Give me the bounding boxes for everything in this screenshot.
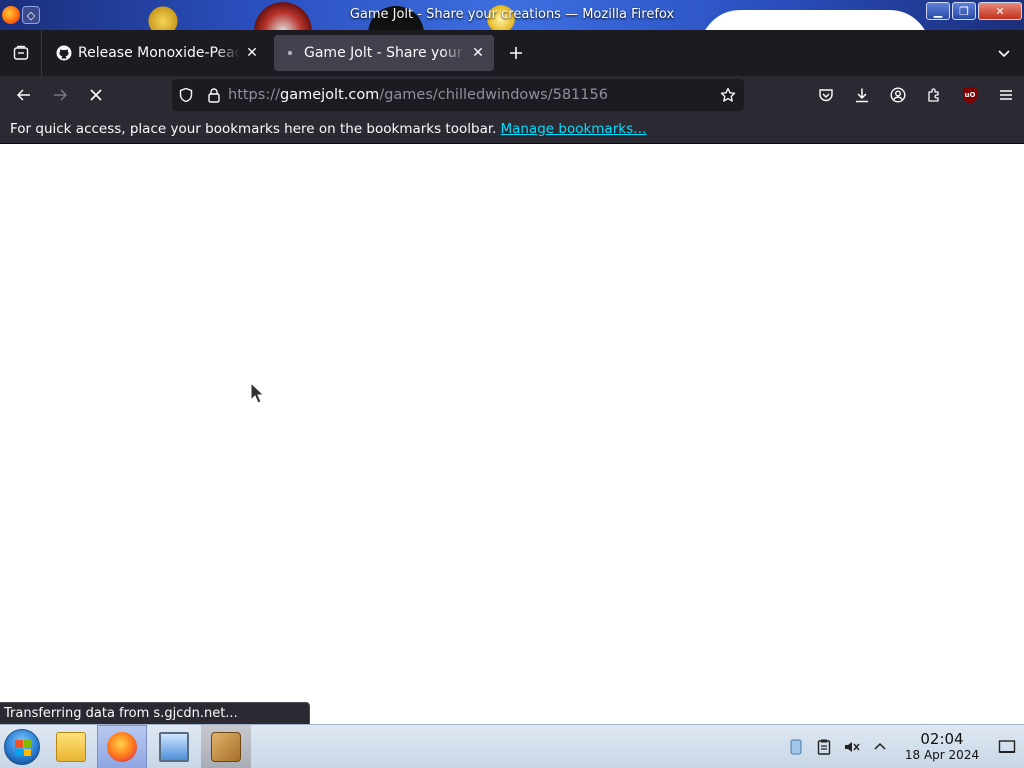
taskbar-firefox[interactable] <box>97 725 147 768</box>
close-tab-icon[interactable]: ✕ <box>244 45 260 61</box>
file-manager-icon <box>56 732 86 762</box>
volume-muted-icon[interactable] <box>838 725 866 768</box>
firefox-icon <box>107 732 137 762</box>
github-icon <box>56 45 72 61</box>
close-window-button[interactable]: ✕ <box>978 2 1022 20</box>
clock[interactable]: 02:04 18 Apr 2024 <box>900 731 984 763</box>
url-bar[interactable]: https://gamejolt.com/games/chilledwindow… <box>172 79 744 111</box>
forward-button[interactable] <box>42 79 78 111</box>
pocket-button[interactable] <box>808 79 844 111</box>
clock-time: 02:04 <box>920 730 964 748</box>
start-button[interactable] <box>4 729 40 765</box>
stop-icon <box>90 89 102 101</box>
tab-github-release[interactable]: Release Monoxide-Peace ✕ <box>48 35 268 71</box>
tab-gamejolt[interactable]: Game Jolt - Share your creations ✕ <box>274 35 494 71</box>
account-button[interactable] <box>880 79 916 111</box>
status-panel: Transferring data from s.gjcdn.net... <box>0 702 310 724</box>
tab-strip: Release Monoxide-Peace ✕ Game Jolt - Sha… <box>0 30 1024 76</box>
arrow-left-icon <box>16 89 30 101</box>
back-button[interactable] <box>6 79 42 111</box>
clipboard-icon[interactable] <box>810 725 838 768</box>
chevron-up-icon <box>874 742 886 750</box>
stop-button[interactable] <box>78 79 114 111</box>
page-content[interactable] <box>0 145 1024 724</box>
package-box-icon <box>211 732 241 762</box>
tab-title: Release Monoxide-Peace <box>78 45 240 61</box>
url-scheme: https:// <box>228 87 280 103</box>
windows-logo-icon <box>15 740 31 756</box>
firefox-view-button[interactable] <box>0 30 42 76</box>
show-desktop-button[interactable] <box>990 725 1024 768</box>
arrow-right-icon <box>54 89 68 101</box>
taskbar-system-monitor[interactable] <box>149 725 199 768</box>
account-icon <box>890 87 906 103</box>
minimize-button[interactable]: ▁ <box>926 2 950 20</box>
ublock-origin-button[interactable]: uO <box>952 79 988 111</box>
downloads-button[interactable] <box>844 79 880 111</box>
taskbar-file-manager[interactable] <box>46 725 96 768</box>
screen: ◇ Game Jolt - Share your creations — Moz… <box>0 0 1024 768</box>
mouse-cursor-icon <box>250 382 264 404</box>
list-all-tabs-button[interactable] <box>984 30 1024 76</box>
bookmark-star-button[interactable] <box>712 79 744 111</box>
url-path: /games/chilledwindows/581156 <box>379 87 608 103</box>
chevron-down-icon <box>998 50 1010 58</box>
puzzle-icon <box>928 88 939 102</box>
system-tray: 02:04 18 Apr 2024 <box>782 725 1024 768</box>
maximize-button[interactable]: ❐ <box>952 2 976 20</box>
taskbar: 02:04 18 Apr 2024 <box>0 724 1024 768</box>
loading-dot-icon <box>282 45 298 61</box>
window-title: Game Jolt - Share your creations — Mozil… <box>349 7 675 22</box>
desktop-icon <box>998 740 1016 753</box>
show-hidden-icons-button[interactable] <box>866 725 894 768</box>
hamburger-menu-icon <box>1000 90 1012 100</box>
firefox-view-icon <box>13 45 28 60</box>
url-text[interactable]: https://gamejolt.com/games/chilledwindow… <box>228 87 712 103</box>
window-titlebar[interactable]: ◇ Game Jolt - Share your creations — Moz… <box>0 0 1024 30</box>
url-host: gamejolt.com <box>279 87 380 103</box>
clock-date: 18 Apr 2024 <box>904 748 980 762</box>
tracking-protection-shield-icon[interactable] <box>172 79 200 111</box>
new-tab-button[interactable] <box>500 37 532 69</box>
tray-update-icon[interactable] <box>782 725 810 768</box>
manage-bookmarks-link[interactable]: Manage bookmarks… <box>500 121 646 137</box>
lock-icon[interactable] <box>200 79 228 111</box>
close-tab-icon[interactable]: ✕ <box>470 45 486 61</box>
system-monitor-icon <box>159 732 189 762</box>
navigation-toolbar: https://gamejolt.com/games/chilledwindow… <box>0 76 1024 114</box>
taskbar-package-manager[interactable] <box>201 725 251 768</box>
application-menu-button[interactable] <box>988 79 1024 111</box>
extensions-button[interactable] <box>916 79 952 111</box>
download-icon <box>856 88 868 103</box>
ublock-shield-icon: uO <box>963 87 977 103</box>
plus-icon <box>510 47 522 59</box>
bookmarks-toolbar: For quick access, place your bookmarks h… <box>0 114 1024 144</box>
bookmarks-empty-message: For quick access, place your bookmarks h… <box>10 120 497 137</box>
pocket-icon <box>819 89 833 102</box>
star-icon <box>720 87 736 102</box>
tab-title: Game Jolt - Share your creations <box>304 45 466 61</box>
